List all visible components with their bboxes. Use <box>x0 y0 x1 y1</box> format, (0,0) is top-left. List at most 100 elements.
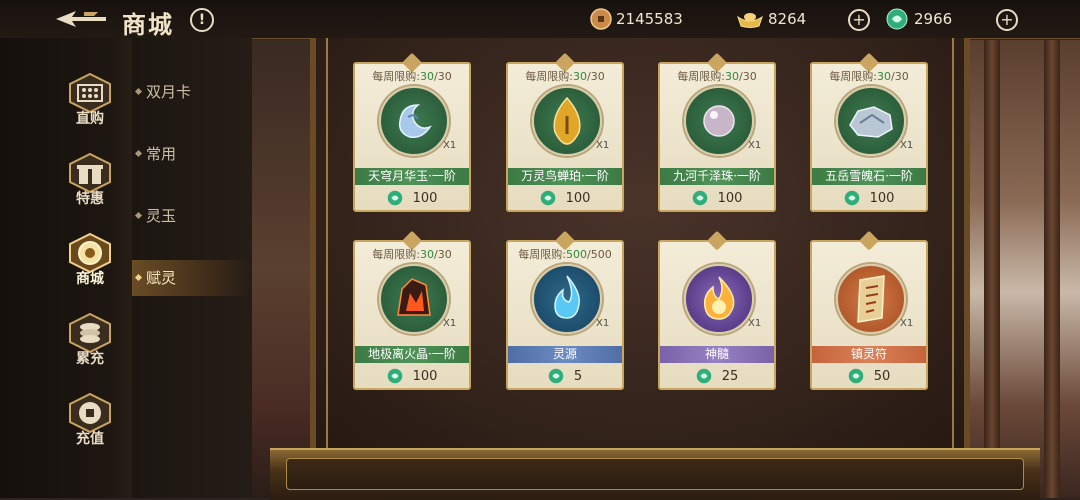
item-orb <box>532 86 602 156</box>
limit-current: 30 <box>420 248 434 261</box>
limit-label: 每周限购: <box>677 70 725 83</box>
item-price: 5 <box>508 366 622 386</box>
bullet-icon <box>134 273 143 282</box>
currency-gold: 8264 <box>736 6 806 32</box>
limit-total: /30 <box>434 248 452 261</box>
bullet-icon <box>134 211 143 220</box>
item-orb <box>532 264 602 334</box>
limit-total: /30 <box>587 70 605 83</box>
pillar <box>1044 40 1060 498</box>
nav-item-cumulative-recharge[interactable]: 累充 <box>58 312 122 382</box>
add-jade-button[interactable]: + <box>996 9 1018 31</box>
gold-amount: 8264 <box>768 10 807 28</box>
item-price: 25 <box>660 366 774 386</box>
background-left <box>240 40 320 498</box>
item-name: 灵源 <box>508 346 622 363</box>
nav-item-shop[interactable]: 商城 <box>58 232 122 302</box>
jade-icon <box>844 190 859 206</box>
limit-total: /30 <box>739 70 757 83</box>
subnav-item-common[interactable]: 常用 <box>132 136 252 172</box>
item-name: 神髓 <box>660 346 774 363</box>
purchase-limit: 每周限购:30/30 <box>812 68 926 84</box>
purchase-limit: 每周限购:30/30 <box>660 68 774 84</box>
base-panel <box>286 458 1024 490</box>
price-value: 5 <box>573 368 583 384</box>
item-name: 镇灵符 <box>812 346 926 363</box>
item-quantity: X1 <box>748 318 762 329</box>
item-orb <box>379 264 449 334</box>
jade-icon <box>387 190 402 206</box>
price-value: 100 <box>717 190 743 206</box>
amber-icon <box>553 96 581 145</box>
moon-jade-icon <box>398 104 432 139</box>
jade-icon <box>696 368 711 384</box>
sub-nav: 双月卡 常用 灵玉 赋灵 <box>132 38 252 498</box>
nav-item-recharge[interactable]: 充值 <box>58 392 122 462</box>
shop-item-card[interactable]: 每周限购:30/30 X1 天穹月华玉·一阶 100 <box>353 62 471 212</box>
fireball-icon <box>703 276 735 320</box>
limit-current: 30 <box>877 70 891 83</box>
limit-total: /30 <box>891 70 909 83</box>
shop-item-card[interactable]: 每周限购:30/30 X1 地极离火晶·一阶 100 <box>353 240 471 390</box>
price-value: 50 <box>873 368 891 384</box>
top-bar: 商城 ! 2145583 8264 + 2966 + <box>0 0 1080 39</box>
subnav-label: 赋灵 <box>146 269 177 287</box>
copper-coin-icon <box>590 8 612 30</box>
nav-label: 商城 <box>76 271 104 287</box>
limit-label: 每周限购: <box>525 70 573 83</box>
purchase-limit: 每周限购:500/500 <box>508 246 622 262</box>
jade-amount: 2966 <box>914 10 953 28</box>
cabinet-base <box>270 448 1040 500</box>
item-name: 万灵鸟蝉珀·一阶 <box>508 168 622 185</box>
talisman-icon <box>857 275 885 323</box>
purchase-limit: 每周限购:30/30 <box>355 68 469 84</box>
subnav-item-monthly-card[interactable]: 双月卡 <box>132 74 252 110</box>
limit-label: 每周限购: <box>518 248 566 261</box>
gold-ingot-icon <box>737 13 763 28</box>
pearl-icon <box>703 105 735 137</box>
shop-item-card[interactable]: 每周限购:30/30 X1 九河千泽珠·一阶 100 <box>658 62 776 212</box>
nav-item-special-offer[interactable]: 特惠 <box>58 152 122 222</box>
limit-total: /500 <box>587 248 612 261</box>
item-name: 五岳雪魄石·一阶 <box>812 168 926 185</box>
item-orb <box>836 264 906 334</box>
subnav-item-spirit-jade[interactable]: 灵玉 <box>132 198 252 234</box>
shop-item-card[interactable]: 每周限购:30/30 X1 万灵鸟蝉珀·一阶 100 <box>506 62 624 212</box>
pillar <box>984 40 1000 498</box>
item-quantity: X1 <box>748 140 762 151</box>
currency-copper: 2145583 <box>590 6 683 32</box>
item-orb <box>836 86 906 156</box>
price-value: 100 <box>412 368 438 384</box>
nav-label: 特惠 <box>76 191 104 207</box>
item-quantity: X1 <box>596 140 610 151</box>
nav-item-direct-buy[interactable]: 直购 <box>58 72 122 142</box>
price-value: 25 <box>721 368 739 384</box>
shop-item-card[interactable]: X1 镇灵符 50 <box>810 240 928 390</box>
shop-item-card[interactable]: 每周限购:500/500 X1 灵源 5 <box>506 240 624 390</box>
item-price: 100 <box>812 188 926 208</box>
limit-label: 每周限购: <box>372 248 420 261</box>
limit-label: 每周限购: <box>372 70 420 83</box>
price-value: 100 <box>412 190 438 206</box>
item-quantity: X1 <box>443 140 457 151</box>
main-nav: 直购 特惠 商城 累充 充值 <box>0 38 138 498</box>
subnav-item-enchant[interactable]: 赋灵 <box>132 260 252 296</box>
currency-jade: 2966 <box>886 6 952 32</box>
item-quantity: X1 <box>900 318 914 329</box>
add-gold-button[interactable]: + <box>848 9 870 31</box>
price-value: 100 <box>869 190 895 206</box>
item-quantity: X1 <box>596 318 610 329</box>
background-right <box>960 40 1080 498</box>
limit-current: 30 <box>573 70 587 83</box>
jade-icon <box>387 368 402 384</box>
subnav-label: 常用 <box>146 145 177 163</box>
back-arrow-icon[interactable] <box>54 8 108 30</box>
item-quantity: X1 <box>900 140 914 151</box>
copper-amount: 2145583 <box>616 10 683 28</box>
item-quantity: X1 <box>443 318 457 329</box>
shop-item-card[interactable]: X1 神髓 25 <box>658 240 776 390</box>
limit-current: 30 <box>420 70 434 83</box>
exclamation-icon[interactable]: ! <box>190 8 214 32</box>
jade-icon <box>548 368 564 384</box>
shop-item-card[interactable]: 每周限购:30/30 X1 五岳雪魄石·一阶 100 <box>810 62 928 212</box>
